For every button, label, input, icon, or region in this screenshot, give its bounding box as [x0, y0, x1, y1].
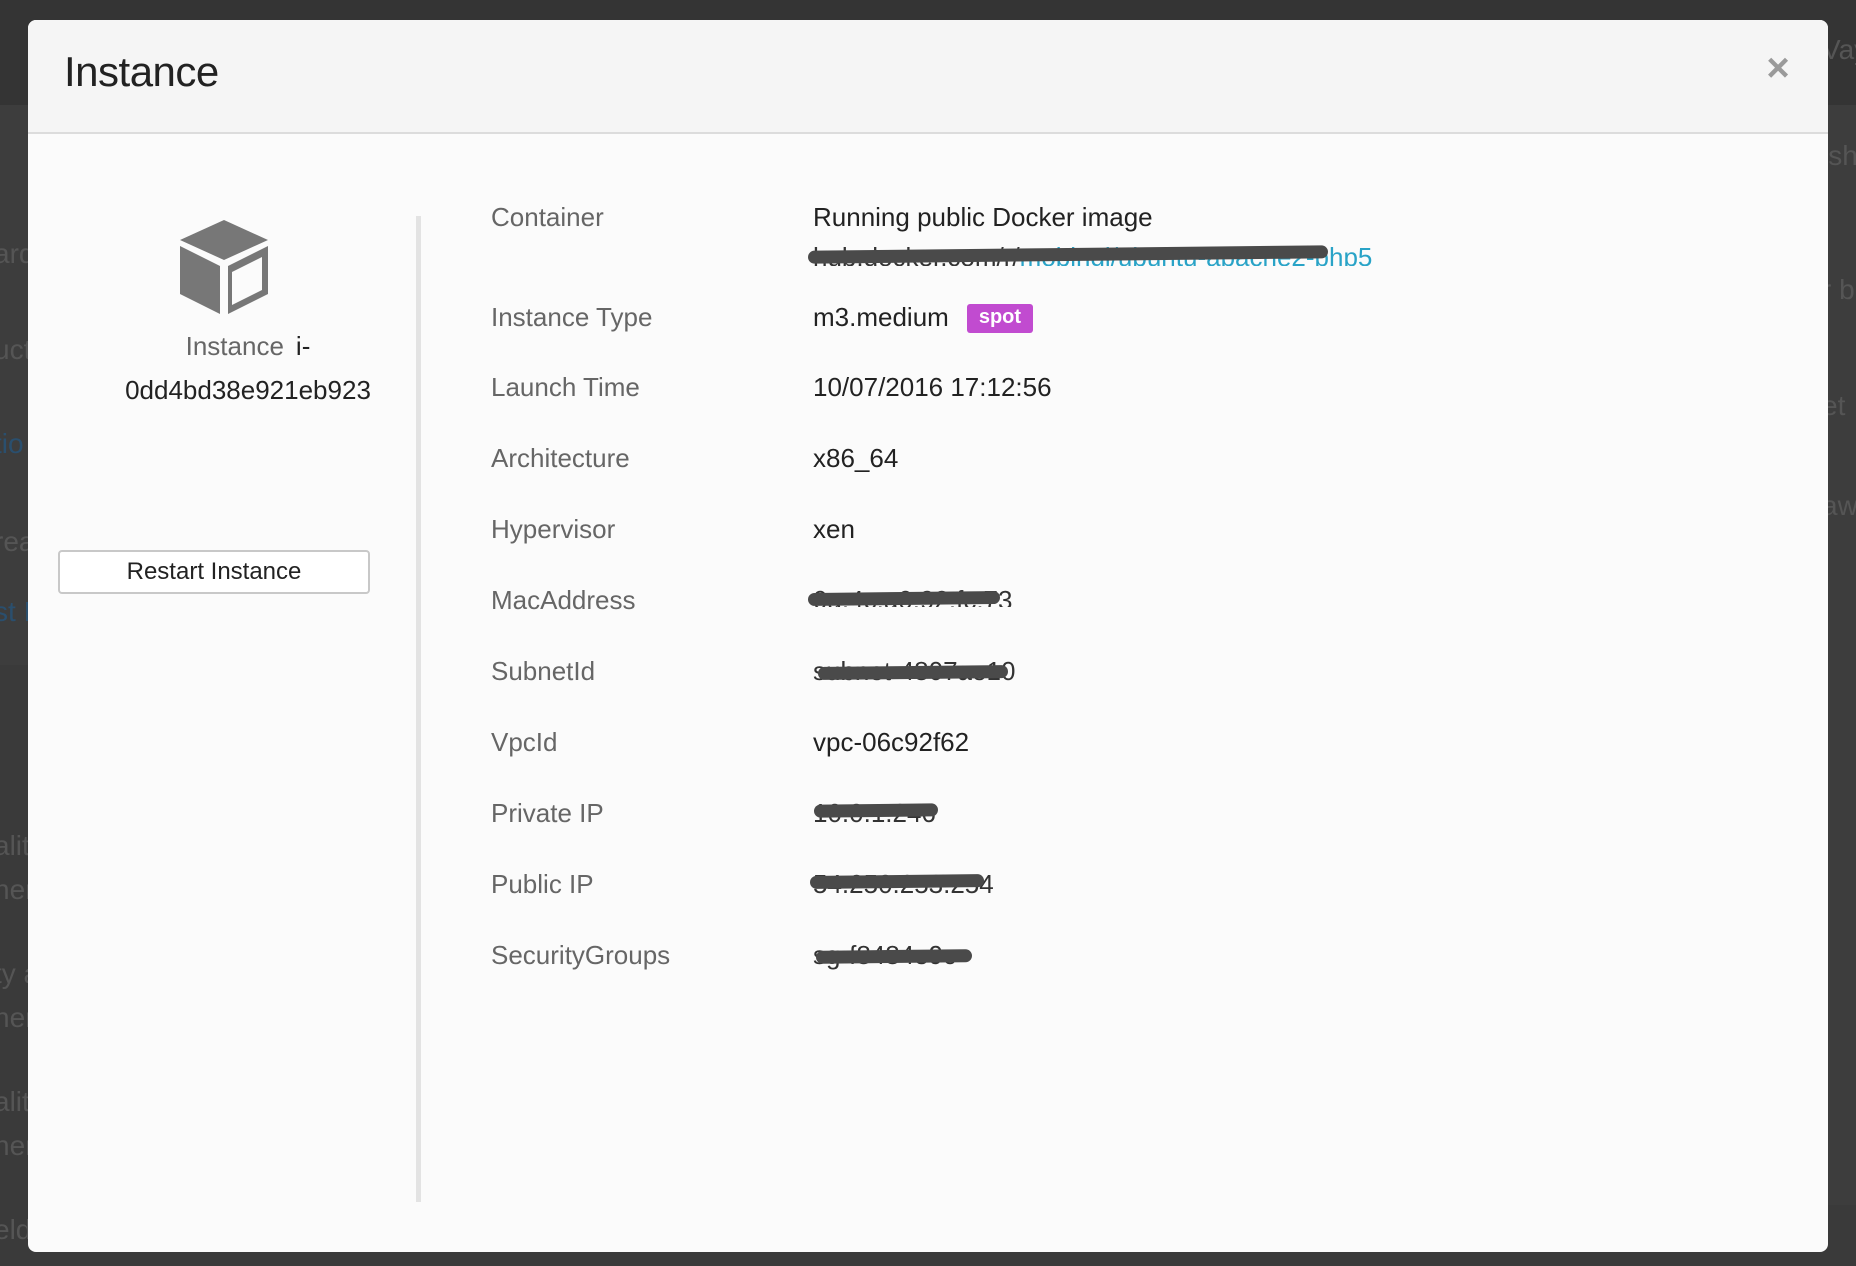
- vpc-id-value: vpc-06c92f62: [813, 727, 970, 757]
- hypervisor-label: Hypervisor: [491, 514, 616, 544]
- vpc-id-label: VpcId: [491, 727, 558, 757]
- architecture-label: Architecture: [491, 443, 630, 473]
- launch-time-value: 10/07/2016 17:12:56: [813, 372, 1052, 402]
- redaction-mark: [813, 803, 939, 818]
- instance-type-text: m3.medium: [813, 302, 949, 332]
- background-left-panel: [0, 105, 30, 665]
- instance-type-value: m3.medium spot: [813, 302, 1034, 333]
- instance-details: Container Running public Docker image hu…: [28, 20, 1828, 1252]
- container-value: Running public Docker image: [813, 202, 1153, 232]
- security-groups-label: SecurityGroups: [491, 940, 671, 970]
- background-text: tio: [0, 428, 24, 459]
- redaction-mark: [809, 874, 985, 889]
- launch-time-label: Launch Time: [491, 372, 640, 402]
- instance-modal: Instance × Instance i- 0dd4bd38e921eb923 …: [28, 20, 1828, 1252]
- public-ip-label: Public IP: [491, 869, 594, 899]
- background-text: alit: [0, 830, 30, 861]
- background-text: eld: [0, 1214, 32, 1245]
- private-ip-label: Private IP: [491, 798, 604, 828]
- container-label: Container: [491, 202, 604, 232]
- subnet-id-label: SubnetId: [491, 656, 596, 686]
- background-text: st I: [0, 596, 31, 627]
- hypervisor-value: xen: [813, 514, 855, 544]
- architecture-value: x86_64: [813, 443, 899, 473]
- background-right-panel: [1826, 105, 1856, 1205]
- redaction-mark: [817, 665, 1009, 680]
- mac-address-label: MacAddress: [491, 585, 636, 615]
- redaction-mark: [815, 949, 973, 964]
- background-text: uct: [0, 334, 32, 365]
- background-text: alit: [0, 1086, 30, 1117]
- redaction-mark: [807, 590, 1001, 607]
- spot-badge: spot: [966, 304, 1034, 333]
- instance-type-label: Instance Type: [491, 302, 653, 332]
